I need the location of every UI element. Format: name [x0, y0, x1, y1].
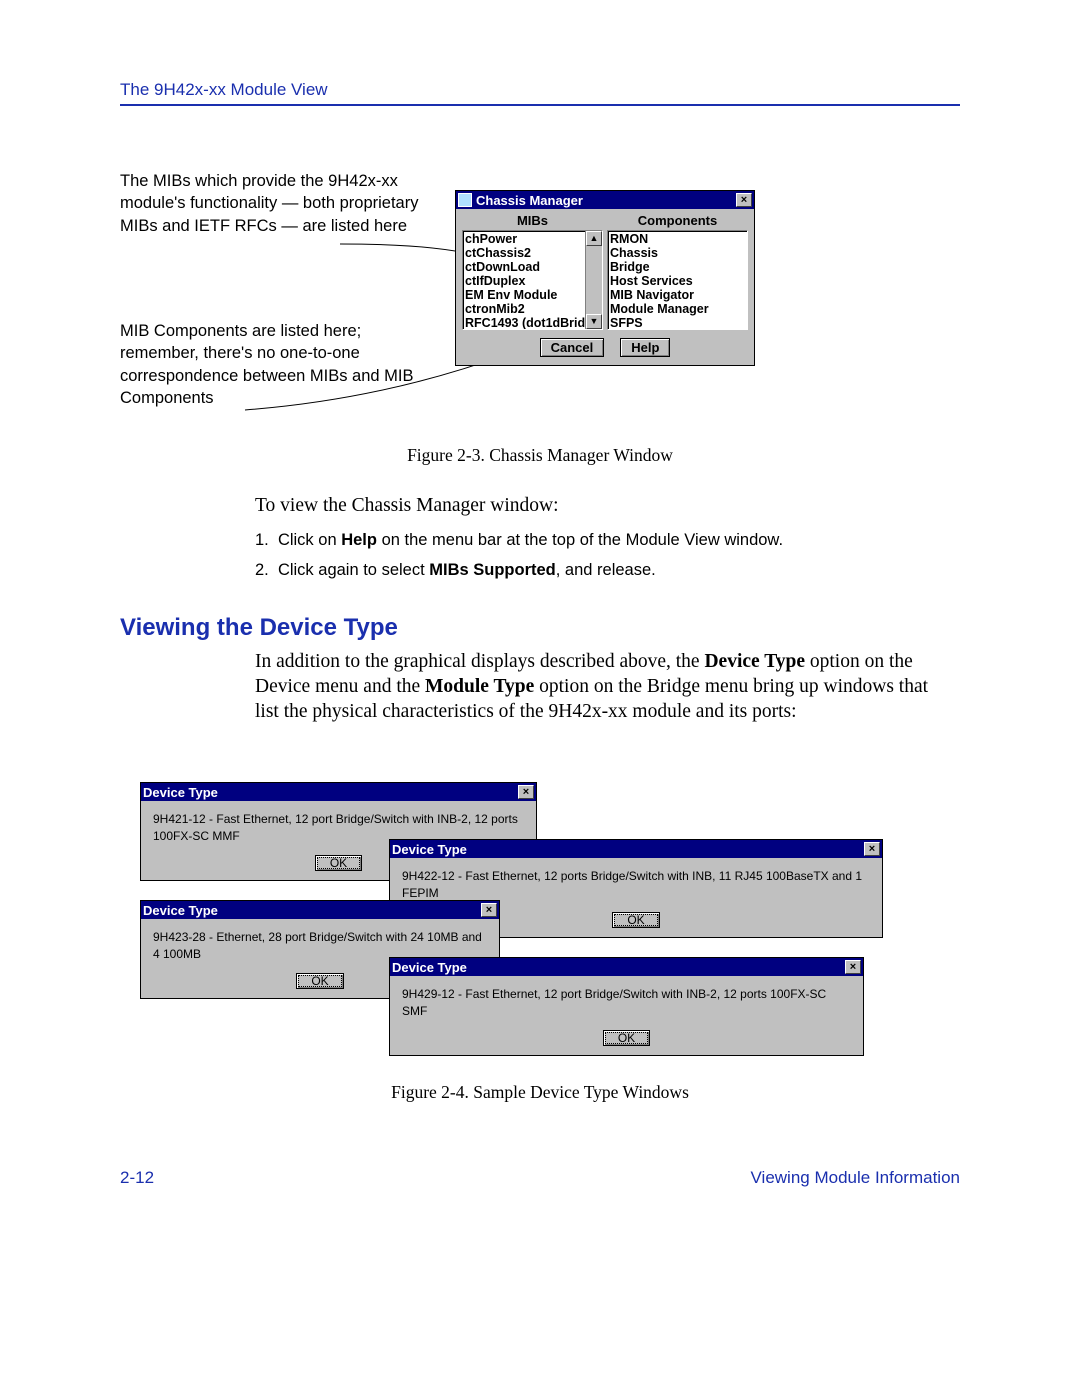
page-header: The 9H42x-xx Module View	[120, 80, 960, 106]
step-number: 2.	[255, 561, 269, 579]
chassis-manager-window: Chassis Manager × MIBs chPower ctChassis…	[455, 190, 755, 366]
ok-button[interactable]: OK	[612, 912, 659, 928]
ok-button[interactable]: OK	[315, 855, 362, 871]
step-1: 1. Click on Help on the menu bar at the …	[255, 528, 955, 553]
close-icon[interactable]: ×	[481, 903, 497, 917]
close-icon[interactable]: ×	[864, 842, 880, 856]
window-title: Device Type	[392, 842, 864, 857]
window-title: Device Type	[143, 903, 481, 918]
window-title: Device Type	[143, 785, 518, 800]
list-item[interactable]: RMON	[610, 232, 745, 246]
step-text: Click again to select	[278, 561, 429, 579]
close-icon[interactable]: ×	[736, 193, 752, 207]
list-item[interactable]: Module Manager	[610, 302, 745, 316]
intro-line: To view the Chassis Manager window:	[255, 495, 955, 517]
figure-caption-2-3: Figure 2-3. Chassis Manager Window	[120, 445, 960, 466]
text-bold: Device Type	[704, 651, 805, 672]
step-2: 2. Click again to select MIBs Supported,…	[255, 558, 955, 583]
close-icon[interactable]: ×	[518, 785, 534, 799]
ok-button[interactable]: OK	[603, 1030, 650, 1046]
text-run: In addition to the graphical displays de…	[255, 651, 704, 672]
ok-button[interactable]: OK	[296, 973, 343, 989]
device-type-titlebar[interactable]: Device Type ×	[141, 901, 499, 919]
list-item[interactable]: EM Env Module	[465, 288, 600, 302]
step-number: 1.	[255, 531, 269, 549]
list-item[interactable]: ctIfDuplex	[465, 274, 600, 288]
section-body: In addition to the graphical displays de…	[255, 650, 955, 725]
device-type-text: 9H422-12 - Fast Ethernet, 12 ports Bridg…	[390, 858, 882, 903]
list-item[interactable]: SFPS	[610, 316, 745, 330]
list-item[interactable]: ctDownLoad	[465, 260, 600, 274]
section-heading: Viewing the Device Type	[120, 614, 398, 642]
app-icon	[458, 193, 472, 207]
list-item[interactable]: Host Services	[610, 274, 745, 288]
step-text: on the menu bar at the top of the Module…	[377, 531, 783, 549]
scroll-up-icon[interactable]: ▲	[586, 231, 602, 246]
page-number: 2-12	[120, 1168, 154, 1188]
list-item[interactable]: Bridge	[610, 260, 745, 274]
step-text: Click on	[278, 531, 341, 549]
list-item[interactable]: Chassis	[610, 246, 745, 260]
list-item[interactable]: chPower	[465, 232, 600, 246]
text-bold: Module Type	[425, 676, 534, 697]
mibs-listbox[interactable]: chPower ctChassis2 ctDownLoad ctIfDuplex…	[462, 230, 603, 330]
window-title: Chassis Manager	[476, 193, 736, 208]
callout-components: MIB Components are listed here; remember…	[120, 320, 420, 409]
list-item[interactable]: ctronMib2	[465, 302, 600, 316]
list-item[interactable]: ctChassis2	[465, 246, 600, 260]
step-bold: Help	[341, 531, 377, 549]
footer-section: Viewing Module Information	[751, 1168, 960, 1188]
list-item[interactable]: RFC1493 (dot1dBridg	[465, 316, 600, 330]
chassis-manager-titlebar[interactable]: Chassis Manager ×	[456, 191, 754, 209]
device-type-titlebar[interactable]: Device Type ×	[390, 958, 863, 976]
column-header-components: Components	[607, 211, 748, 230]
device-type-window-4: Device Type × 9H429-12 - Fast Ethernet, …	[389, 957, 864, 1056]
figure-caption-2-4: Figure 2-4. Sample Device Type Windows	[120, 1082, 960, 1103]
step-bold: MIBs Supported	[429, 561, 556, 579]
device-type-titlebar[interactable]: Device Type ×	[141, 783, 536, 801]
help-button[interactable]: Help	[620, 338, 670, 357]
scrollbar[interactable]: ▲ ▼	[585, 231, 602, 329]
list-item[interactable]: MIB Navigator	[610, 288, 745, 302]
components-listbox[interactable]: RMON Chassis Bridge Host Services MIB Na…	[607, 230, 748, 330]
column-header-mibs: MIBs	[462, 211, 603, 230]
close-icon[interactable]: ×	[845, 960, 861, 974]
device-type-titlebar[interactable]: Device Type ×	[390, 840, 882, 858]
scroll-down-icon[interactable]: ▼	[586, 314, 602, 329]
cancel-button[interactable]: Cancel	[540, 338, 605, 357]
window-title: Device Type	[392, 960, 845, 975]
callout-mibs: The MIBs which provide the 9H42x-xx modu…	[120, 170, 420, 237]
step-text: , and release.	[556, 561, 656, 579]
device-type-text: 9H429-12 - Fast Ethernet, 12 port Bridge…	[390, 976, 863, 1021]
